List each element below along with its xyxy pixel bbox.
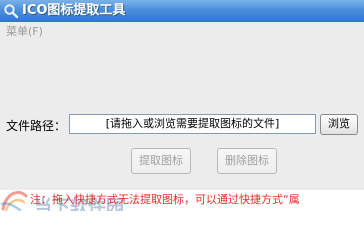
- main-panel: 文件路径： [请拖入或浏览需要提取图标的文件] 浏览 提取图标 删除图标 当下软…: [0, 41, 364, 211]
- window-title: ICO图标提取工具: [22, 3, 126, 18]
- menu-bar: 菜单(F): [0, 22, 364, 41]
- menu-item-file[interactable]: 菜单(F): [6, 24, 43, 39]
- extract-icon-button[interactable]: 提取图标: [131, 148, 191, 174]
- file-path-label: 文件路径：: [6, 119, 67, 133]
- browse-button[interactable]: 浏览: [320, 114, 358, 135]
- footer-note-text: 注：拖入快捷方式无法提取图标，可以通过快捷方式“属: [30, 193, 300, 206]
- delete-icon-button[interactable]: 删除图标: [217, 148, 277, 174]
- title-bar[interactable]: ICO图标提取工具: [0, 0, 364, 22]
- footer-note-area: 当下软件园 注：拖入快捷方式无法提取图标，可以通过快捷方式“属: [0, 190, 364, 211]
- app-window: ICO图标提取工具 菜单(F) 文件路径： [请拖入或浏览需要提取图标的文件] …: [0, 0, 364, 211]
- file-path-field[interactable]: [请拖入或浏览需要提取图标的文件]: [69, 114, 316, 134]
- search-icon: [4, 4, 19, 19]
